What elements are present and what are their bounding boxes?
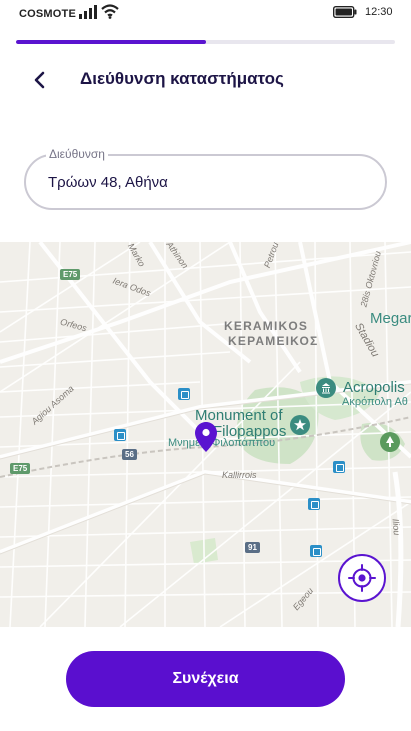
landmark-icon [316,378,336,398]
carrier-name: COSMOTE [19,8,77,20]
chevron-left-icon [34,71,45,89]
address-input[interactable] [48,170,368,194]
poi-label-acropolis: Acropolis [343,379,405,396]
header: Διεύθυνση καταστήματος [0,60,411,100]
monument-icon [290,415,310,435]
status-bar: COSMOTE 12:30 [0,0,411,28]
metro-station-icon [114,429,126,441]
back-button[interactable] [24,64,56,96]
district-label: ΚΕΡΑΜΕΙΚΟΣ [228,334,319,348]
poi-label-acropolis-greek: Ακρόπολη Αθ [342,396,408,408]
status-time: 12:30 [365,6,393,18]
location-pin-icon[interactable] [195,422,217,452]
road-shield: 56 [122,449,137,460]
road-shield: 91 [245,542,260,553]
address-field[interactable]: Διεύθυνση [24,147,387,210]
metro-station-icon [310,545,322,557]
step-progress-bar [16,40,395,44]
continue-button[interactable]: Συνέχεια [66,651,345,707]
address-field-label: Διεύθυνση [46,147,108,161]
road-shield: E75 [10,463,31,474]
page-title: Διεύθυνση καταστήματος [80,69,284,88]
park-icon [380,432,400,452]
metro-station-icon [333,461,345,473]
wifi-icon [101,4,119,19]
locate-me-button[interactable] [338,554,386,602]
step-progress-fill [16,40,206,44]
street-label: Kallirrois [222,470,257,480]
metro-station-icon [308,498,320,510]
district-label: KERAMIKOS [224,319,309,333]
signal-icon [79,5,97,19]
poi-label-partial: Megar [370,310,411,327]
crosshair-icon [348,564,376,592]
map-view[interactable]: Athinon Petrou Marko Iera Odos Orfeos Ag… [0,242,411,627]
road-shield: E75 [60,269,81,280]
battery-icon [333,6,357,18]
street-label: Iliou [390,518,402,536]
metro-station-icon [178,388,190,400]
poi-label-monument-greek: Μνημείο Φιλοπάππου [168,437,276,449]
